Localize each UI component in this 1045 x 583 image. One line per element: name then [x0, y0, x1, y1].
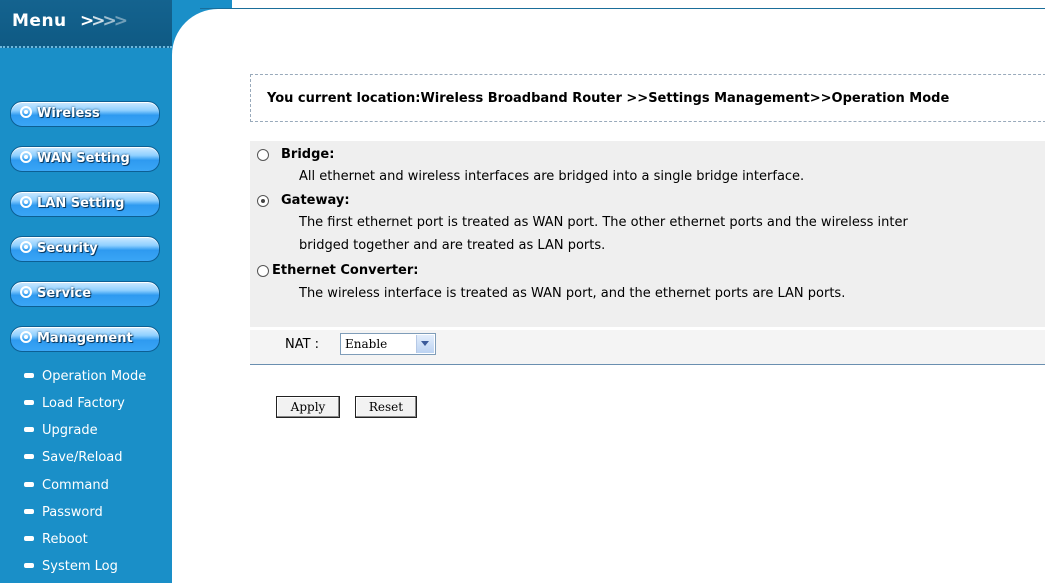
bullet-icon — [24, 454, 34, 459]
reset-button[interactable]: Reset — [355, 396, 417, 418]
gateway-radio[interactable] — [257, 195, 269, 207]
bullet-icon — [24, 373, 34, 378]
ethernet-converter-description: The wireless interface is treated as WAN… — [299, 286, 846, 301]
bullet-icon — [24, 400, 34, 405]
nav-label: Security — [37, 241, 98, 256]
bullet-icon — [24, 563, 34, 568]
sidebar-item-reboot[interactable]: Reboot — [24, 532, 88, 547]
gateway-description-line2: bridged together and are treated as LAN … — [299, 238, 606, 253]
header-line — [200, 8, 1045, 9]
gateway-title: Gateway: — [281, 193, 350, 208]
circle-bullet-icon — [20, 196, 32, 208]
nav-wireless-button[interactable]: Wireless — [10, 101, 160, 127]
sidebar-item-command[interactable]: Command — [24, 478, 109, 493]
sidebar-item-system-log[interactable]: System Log — [24, 559, 118, 574]
menu-title: Menu — [12, 11, 67, 31]
ethernet-converter-radio[interactable] — [257, 265, 269, 277]
bridge-title: Bridge: — [281, 147, 335, 162]
bridge-description: All ethernet and wireless interfaces are… — [299, 169, 805, 184]
nat-label: NAT : — [285, 337, 320, 352]
sidebar-item-upgrade[interactable]: Upgrade — [24, 423, 98, 438]
nat-select[interactable]: Enable — [340, 333, 436, 355]
circle-bullet-icon — [20, 106, 32, 118]
circle-bullet-icon — [20, 241, 32, 253]
bridge-radio[interactable] — [257, 149, 269, 161]
sidebar-item-save-reload[interactable]: Save/Reload — [24, 450, 123, 465]
circle-bullet-icon — [20, 286, 32, 298]
circle-bullet-icon — [20, 331, 32, 343]
bullet-icon — [24, 482, 34, 487]
menu-header: Menu >>>> — [0, 0, 172, 48]
nav-label: LAN Setting — [37, 196, 125, 211]
ethernet-converter-title: Ethernet Converter: — [272, 263, 419, 278]
sidebar-item-password[interactable]: Password — [24, 505, 103, 520]
menu-arrows-icon: >>>> — [80, 11, 128, 31]
nav-wan-setting-button[interactable]: WAN Setting — [10, 146, 160, 172]
bullet-icon — [24, 427, 34, 432]
nav-label: Service — [37, 286, 92, 301]
header-curve — [172, 0, 252, 89]
gateway-description-line1: The first ethernet port is treated as WA… — [299, 215, 908, 230]
bullet-icon — [24, 509, 34, 514]
nav-label: Wireless — [37, 106, 100, 121]
sidebar-item-operation-mode[interactable]: Operation Mode — [24, 369, 146, 384]
bullet-icon — [24, 536, 34, 541]
nav-label: Management — [37, 331, 133, 346]
sidebar-item-load-factory[interactable]: Load Factory — [24, 396, 125, 411]
sidebar: Menu >>>> Wireless WAN Setting LAN Setti… — [0, 0, 172, 583]
nav-label: WAN Setting — [37, 151, 130, 166]
nat-select-value: Enable — [345, 337, 388, 351]
nav-lan-setting-button[interactable]: LAN Setting — [10, 191, 160, 217]
apply-button[interactable]: Apply — [276, 396, 340, 418]
circle-bullet-icon — [20, 151, 32, 163]
nav-service-button[interactable]: Service — [10, 281, 160, 307]
breadcrumb: You current location:Wireless Broadband … — [267, 91, 950, 106]
chevron-down-icon[interactable] — [416, 335, 434, 353]
nav-management-button[interactable]: Management — [10, 326, 160, 352]
nav-security-button[interactable]: Security — [10, 236, 160, 262]
